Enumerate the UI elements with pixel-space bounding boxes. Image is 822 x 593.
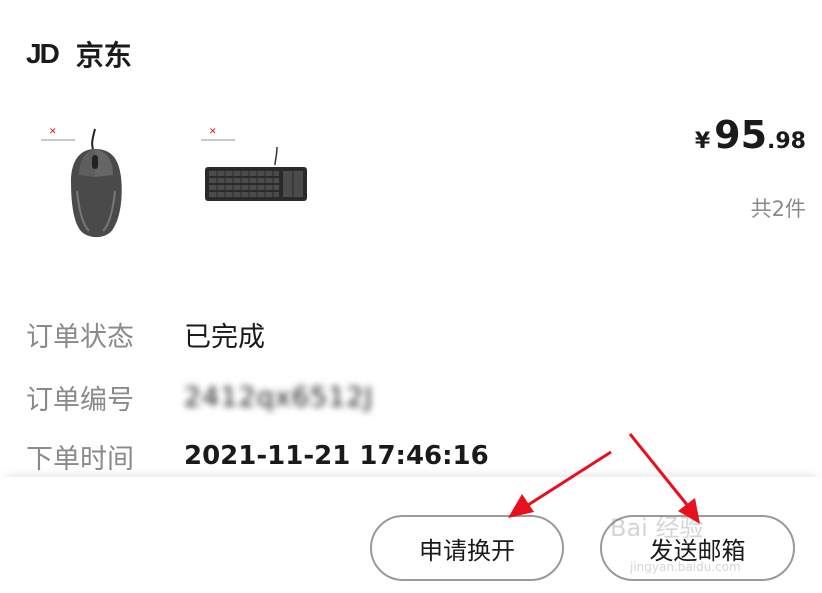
apply-exchange-button[interactable]: 申请换开 <box>370 515 564 581</box>
product-thumbnail-keyboard[interactable]: ✕ <box>193 121 317 259</box>
store-name: 京东 <box>75 39 132 72</box>
price-integer: 95 <box>714 113 768 157</box>
order-detail-page: JD 京东 ✕ ✕ ¥ 95 .98 共2件 订单状态 已完成 订单编号 241… <box>0 0 822 593</box>
item-count: 共2件 <box>750 197 806 221</box>
order-number-label: 订单编号 <box>26 384 134 416</box>
order-time-value: 2021-11-21 17:46:16 <box>184 441 489 471</box>
price-decimal: .98 <box>767 129 806 154</box>
order-status-value: 已完成 <box>184 321 265 353</box>
order-number-row: 订单编号 2412qx6512J <box>26 377 374 417</box>
order-number-value[interactable]: 2412qx6512J <box>184 382 374 413</box>
keyboard-product-image <box>205 146 307 201</box>
send-email-button[interactable]: 发送邮箱 <box>600 515 795 581</box>
order-status-row: 订单状态 已完成 <box>26 314 265 354</box>
jd-logo: JD <box>26 38 60 69</box>
order-time-row: 下单时间 2021-11-21 17:46:16 <box>26 436 489 476</box>
currency-symbol: ¥ <box>694 129 711 154</box>
order-status-label: 订单状态 <box>26 321 134 353</box>
product-thumbnail-mouse[interactable]: ✕ <box>33 121 157 259</box>
order-time-label: 下单时间 <box>26 443 134 475</box>
store-header[interactable]: JD 京东 <box>26 34 132 74</box>
mouse-product-image <box>71 128 122 238</box>
order-total-price: ¥ 95 .98 <box>695 113 806 157</box>
